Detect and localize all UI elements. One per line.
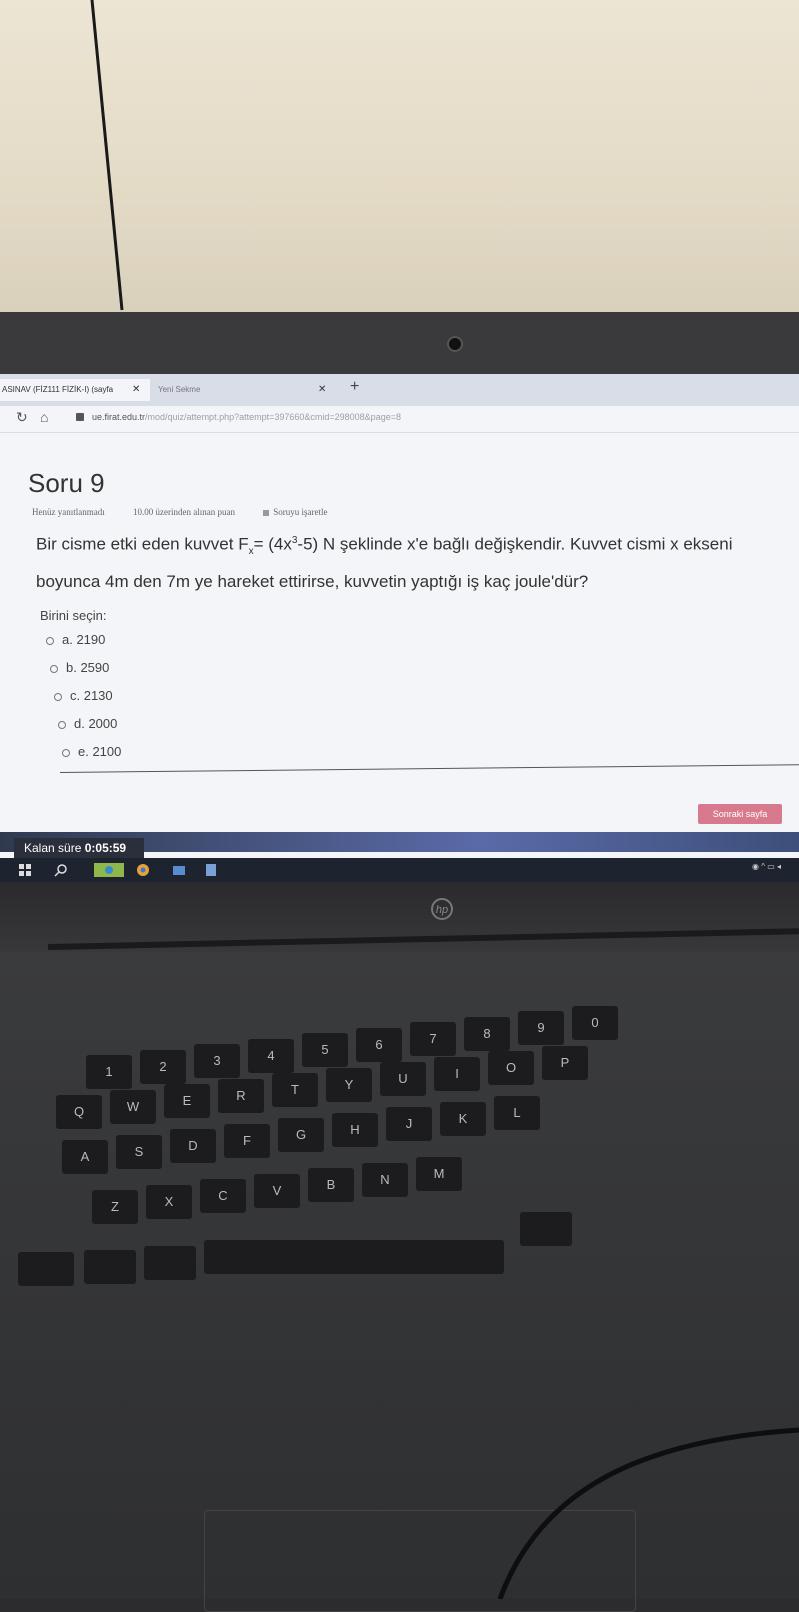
url-input[interactable]: ue.firat.edu.tr/mod/quiz/attempt.php?att… bbox=[92, 412, 401, 422]
key-h[interactable]: H bbox=[332, 1112, 378, 1147]
power-cable-bottom bbox=[497, 1427, 799, 1599]
option-d[interactable]: d. 2000 bbox=[58, 716, 117, 731]
key-4[interactable]: 4 bbox=[248, 1038, 294, 1073]
key-n[interactable]: N bbox=[362, 1162, 408, 1197]
question-meta: Henüz yanıtlanmadı 10.00 üzerinden alına… bbox=[32, 507, 379, 517]
key-k[interactable]: K bbox=[440, 1101, 486, 1136]
key-r[interactable]: R bbox=[218, 1078, 264, 1113]
key-v[interactable]: V bbox=[254, 1173, 300, 1208]
laptop-top-bezel bbox=[0, 312, 799, 374]
tab-new[interactable]: Yeni Sekme bbox=[158, 379, 328, 401]
key-f[interactable]: F bbox=[224, 1123, 270, 1158]
divider bbox=[59, 764, 799, 773]
space-bar[interactable] bbox=[204, 1240, 504, 1274]
browser-tab-bar: ASINAV (FİZ111 FİZİK-I) (sayfa ✕ Yeni Se… bbox=[0, 374, 799, 406]
flag-icon bbox=[263, 509, 270, 516]
next-page-button[interactable]: Sonraki sayfa bbox=[698, 804, 782, 824]
key-5[interactable]: 5 bbox=[302, 1033, 348, 1067]
home-icon[interactable]: ⌂ bbox=[40, 409, 48, 425]
key-d[interactable]: D bbox=[170, 1129, 216, 1163]
app-icon[interactable] bbox=[94, 863, 124, 877]
option-b[interactable]: b. 2590 bbox=[50, 660, 109, 675]
key-s[interactable]: S bbox=[116, 1134, 162, 1169]
key-y[interactable]: Y bbox=[326, 1067, 372, 1102]
alt-key[interactable] bbox=[144, 1246, 196, 1280]
key-1[interactable]: 1 bbox=[86, 1055, 132, 1089]
flag-question-link[interactable]: Soruyu işaretle bbox=[263, 507, 353, 517]
key-0[interactable]: 0 bbox=[572, 1005, 618, 1040]
remaining-time: Kalan süre 0:05:59 bbox=[14, 838, 144, 858]
key-2[interactable]: 2 bbox=[140, 1049, 186, 1084]
points-info: 10.00 üzerinden alınan puan bbox=[132, 507, 235, 517]
question-text: Bir cisme etki eden kuvvet Fx= (4x3-5) N… bbox=[36, 534, 733, 592]
key-j[interactable]: J bbox=[386, 1107, 432, 1141]
tab-quiz[interactable]: ASINAV (FİZ111 FİZİK-I) (sayfa bbox=[0, 379, 150, 401]
windows-taskbar: ◉ ^ ▭ ◂ bbox=[0, 858, 799, 882]
address-bar: ↻ ⌂ ue.firat.edu.tr/mod/quiz/attempt.php… bbox=[0, 406, 799, 433]
chevron-up-icon[interactable]: ^ bbox=[761, 862, 765, 871]
close-icon[interactable]: ✕ bbox=[318, 379, 326, 401]
laptop-screen: ASINAV (FİZ111 FİZİK-I) (sayfa ✕ Yeni Se… bbox=[0, 374, 799, 882]
system-tray: ◉ ^ ▭ ◂ bbox=[752, 862, 781, 871]
document-icon[interactable] bbox=[204, 863, 218, 877]
key-w[interactable]: W bbox=[110, 1089, 156, 1124]
choose-label: Birini seçin: bbox=[40, 608, 107, 623]
quiz-content: Soru 9 Henüz yanıtlanmadı 10.00 üzerinde… bbox=[0, 432, 799, 882]
key-l[interactable]: L bbox=[494, 1096, 540, 1130]
search-icon[interactable] bbox=[54, 863, 68, 877]
key-c[interactable]: C bbox=[200, 1179, 246, 1213]
key-x[interactable]: X bbox=[146, 1184, 192, 1219]
windows-start-icon[interactable] bbox=[18, 863, 32, 877]
key-3[interactable]: 3 bbox=[194, 1044, 240, 1078]
webcam-icon bbox=[447, 336, 463, 352]
page-title: Soru 9 bbox=[28, 468, 105, 498]
key-i[interactable]: I bbox=[434, 1056, 480, 1091]
key-a[interactable]: A bbox=[62, 1140, 108, 1174]
key-g[interactable]: G bbox=[278, 1118, 324, 1152]
new-tab-icon[interactable]: + bbox=[350, 378, 359, 396]
lock-icon bbox=[76, 413, 84, 421]
chrome-icon[interactable] bbox=[136, 863, 150, 877]
key-7[interactable]: 7 bbox=[410, 1022, 456, 1056]
key-t[interactable]: T bbox=[272, 1073, 318, 1107]
hp-logo-icon: hp bbox=[431, 898, 453, 920]
option-a[interactable]: a. 2190 bbox=[46, 632, 105, 647]
file-explorer-icon[interactable] bbox=[172, 863, 186, 877]
battery-icon[interactable]: ▭ bbox=[767, 862, 775, 871]
option-c[interactable]: c. 2130 bbox=[54, 688, 113, 703]
radio-icon[interactable] bbox=[50, 664, 58, 673]
key-q[interactable]: Q bbox=[56, 1095, 102, 1129]
close-icon[interactable]: ✕ bbox=[132, 379, 140, 401]
key-m[interactable]: M bbox=[416, 1157, 462, 1191]
fn-key[interactable] bbox=[18, 1252, 74, 1286]
key-z[interactable]: Z bbox=[92, 1190, 138, 1224]
key-8[interactable]: 8 bbox=[464, 1016, 510, 1051]
radio-icon[interactable] bbox=[58, 720, 66, 729]
altgr-key[interactable] bbox=[520, 1212, 572, 1246]
key-p[interactable]: P bbox=[542, 1045, 588, 1080]
key-b[interactable]: B bbox=[308, 1168, 354, 1202]
key-6[interactable]: 6 bbox=[356, 1027, 402, 1062]
key-e[interactable]: E bbox=[164, 1084, 210, 1118]
radio-icon[interactable] bbox=[46, 636, 54, 645]
key-9[interactable]: 9 bbox=[518, 1011, 564, 1045]
windows-key[interactable] bbox=[84, 1250, 136, 1284]
answer-status: Henüz yanıtlanmadı bbox=[32, 507, 105, 517]
option-e[interactable]: e. 2100 bbox=[62, 744, 121, 759]
power-cable-top bbox=[90, 0, 124, 311]
radio-icon[interactable] bbox=[54, 692, 62, 701]
radio-icon[interactable] bbox=[62, 748, 70, 757]
volume-icon[interactable]: ◂ bbox=[777, 862, 781, 871]
reload-icon[interactable]: ↻ bbox=[16, 409, 28, 426]
key-u[interactable]: U bbox=[380, 1062, 426, 1096]
key-o[interactable]: O bbox=[488, 1051, 534, 1085]
network-icon[interactable]: ◉ bbox=[752, 862, 759, 871]
